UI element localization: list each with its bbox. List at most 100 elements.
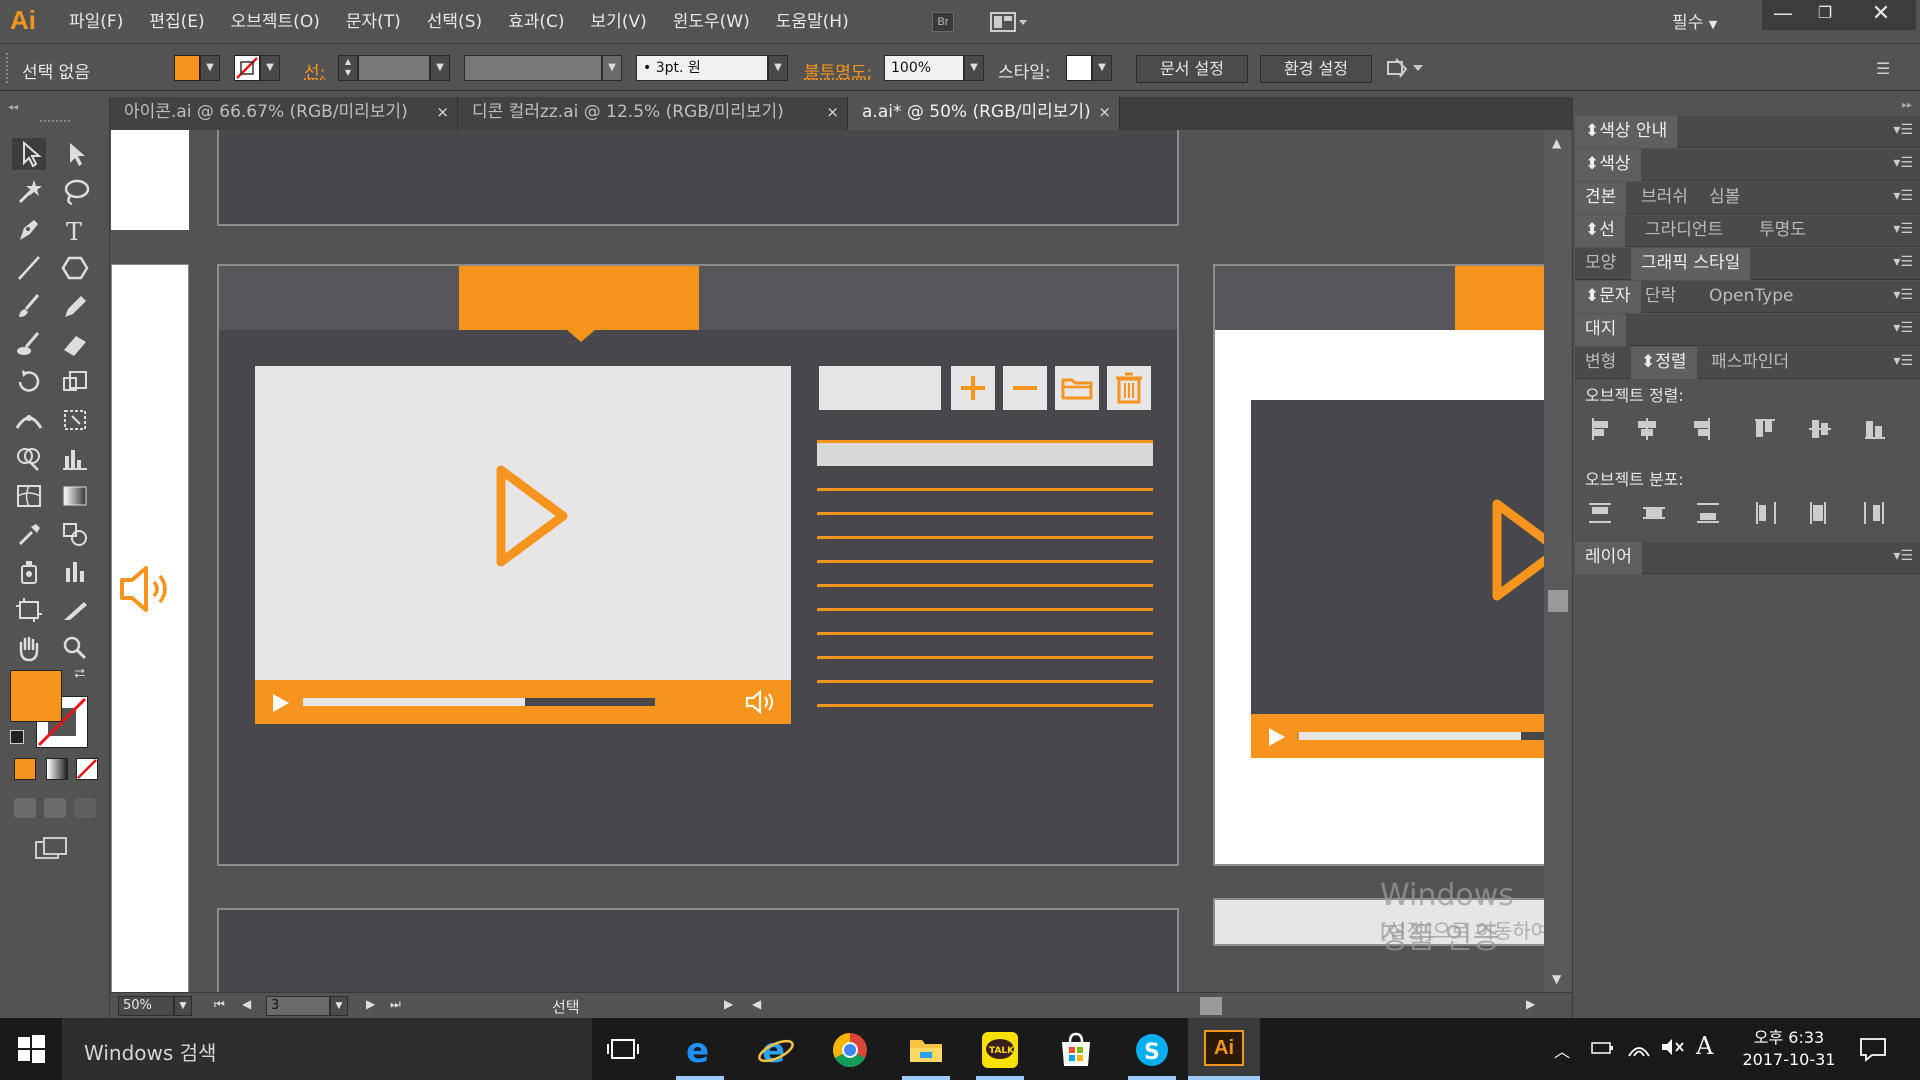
zoom-dropdown[interactable]: ▼ [174,996,192,1016]
skype-icon[interactable]: S [1132,1030,1172,1070]
menu-window[interactable]: 윈도우(W) [660,0,763,44]
panel-menu-icon[interactable]: ▾☰ [1893,287,1913,303]
arrange-documents-button[interactable] [990,11,1030,33]
menu-select[interactable]: 선택(S) [414,0,495,44]
artboard-dropdown[interactable]: ▼ [330,996,348,1016]
maximize-button[interactable]: ❐ [1804,0,1846,30]
style-swatch[interactable] [1066,55,1092,81]
type-tool[interactable]: T [58,214,92,246]
menu-object[interactable]: 오브젝트(O) [218,0,333,44]
close-icon[interactable]: × [1098,97,1111,128]
stroke-weight-field[interactable] [358,55,430,81]
artboard-canvas[interactable]: Windows 정품 인증 [설정]으로 이동하여 Windows를 정품 인증… [110,130,1544,992]
task-view-icon[interactable] [604,1030,644,1070]
hand-tool[interactable] [12,632,46,664]
lasso-tool[interactable] [58,176,92,208]
menu-view[interactable]: 보기(V) [578,0,660,44]
tab-graphic-styles[interactable]: 그래픽 스타일 [1631,248,1751,280]
none-mode-button[interactable] [76,758,98,780]
document-setup-button[interactable]: 문서 설정 [1136,55,1248,83]
stroke-weight-dropdown[interactable]: ▼ [430,55,450,81]
panel-menu-icon[interactable]: ▾☰ [1893,155,1913,171]
control-menu-icon[interactable]: ☰ [1876,59,1890,78]
edge-icon[interactable]: e [680,1030,720,1071]
minimize-button[interactable]: — [1762,0,1804,30]
fill-dropdown[interactable]: ▼ [200,55,220,81]
expand-icon[interactable]: ▸▸ [1902,100,1912,111]
battery-icon[interactable] [1590,1038,1616,1063]
zoom-field[interactable]: 50% [118,996,174,1016]
opacity-dropdown[interactable]: ▼ [964,55,984,81]
mesh-tool[interactable] [12,480,46,512]
search-box[interactable]: Windows 검색 [62,1018,592,1080]
variable-width-field[interactable] [464,55,602,81]
tab-opentype[interactable]: OpenType [1699,281,1803,313]
internet-explorer-icon[interactable]: e [756,1030,796,1071]
panel-menu-icon[interactable]: ▾☰ [1893,353,1913,369]
menu-help[interactable]: 도움말(H) [763,0,862,44]
tab-pathfinder[interactable]: 패스파인더 [1701,347,1799,379]
tab-layers[interactable]: 레이어 [1575,542,1642,574]
draw-inside-icon[interactable] [74,798,96,818]
menu-edit[interactable]: 편집(E) [136,0,217,44]
draw-behind-icon[interactable] [44,798,66,818]
tab-swatches[interactable]: 견본 [1575,182,1627,214]
paintbrush-tool[interactable] [12,290,46,322]
eyedropper-tool[interactable] [12,518,46,550]
width-tool[interactable] [12,404,46,436]
tab-brushes[interactable]: 브러쉬 [1631,182,1698,214]
pencil-tool[interactable] [58,290,92,322]
wifi-icon[interactable] [1626,1036,1652,1063]
scroll-right-icon[interactable]: ▶ [1526,997,1535,1011]
column-graph-tool[interactable] [58,442,92,474]
direct-selection-tool[interactable] [58,138,92,170]
status-menu-icon[interactable]: ▶ [724,997,733,1011]
preferences-button[interactable]: 환경 설정 [1260,55,1372,83]
fill-color-swatch[interactable] [10,670,62,722]
tab-align[interactable]: ⬍정렬 [1631,347,1697,379]
tab-color-guide[interactable]: ⬍색상 안내 [1575,116,1678,148]
brush-dropdown[interactable]: ▼ [768,55,788,81]
artboard-tool[interactable] [12,594,46,626]
opacity-label[interactable]: 불투명도: [804,58,872,83]
scroll-thumb[interactable] [1548,590,1568,612]
panel-color[interactable]: ⬍색상 ▾☰ [1575,149,1920,181]
menu-effect[interactable]: 효과(C) [495,0,577,44]
windows-start-icon[interactable] [16,1034,56,1074]
scroll-left-icon[interactable]: ◀ [752,997,761,1011]
first-artboard-icon[interactable]: ⏮ [214,997,225,1012]
blob-brush-tool[interactable] [12,328,46,360]
tab-paragraph[interactable]: 단락 [1635,281,1686,313]
brush-field[interactable]: • 3pt. 원 [636,55,768,81]
tab-artboards[interactable]: 대지 [1575,314,1627,346]
tab-character[interactable]: ⬍문자 [1575,281,1641,313]
opacity-field[interactable]: 100% [884,55,964,81]
screen-mode-icon[interactable] [34,836,68,865]
symbol-sprayer-tool[interactable] [12,556,46,588]
fill-swatch[interactable] [174,55,200,81]
scroll-up-icon[interactable]: ▲ [1552,136,1561,150]
stroke-swatch[interactable] [234,55,260,81]
gradient-mode-button[interactable] [46,758,68,780]
clock-date[interactable]: 2017-10-31 [1734,1050,1844,1069]
variable-width-dropdown[interactable]: ▼ [602,55,622,81]
draw-normal-icon[interactable] [14,798,36,818]
tab-icon-file[interactable]: 아이콘.ai @ 66.67% (RGB/미리보기) × [110,97,458,130]
close-icon[interactable]: × [826,97,839,128]
free-transform-tool[interactable] [58,404,92,436]
store-icon[interactable] [1056,1030,1096,1070]
close-icon[interactable]: × [436,97,449,128]
action-center-icon[interactable] [1858,1036,1888,1067]
panel-menu-icon[interactable]: ▾☰ [1893,320,1913,336]
menu-file[interactable]: 파일(F) [56,0,136,44]
workspace-switcher[interactable]: 필수 ▼ [1672,8,1717,33]
panel-menu-icon[interactable]: ▾☰ [1893,188,1913,204]
bridge-button[interactable]: Br [932,12,954,32]
line-tool[interactable] [12,252,46,284]
prev-artboard-icon[interactable]: ◀ [242,997,251,1011]
vertical-scrollbar[interactable]: ▲ ▼ [1544,130,1572,992]
gradient-tool[interactable] [58,480,92,512]
ime-indicator[interactable]: A [1696,1032,1713,1060]
collapse-icon[interactable]: ◂◂ [8,102,18,113]
illustrator-taskbar-button[interactable]: Ai [1188,1018,1260,1080]
